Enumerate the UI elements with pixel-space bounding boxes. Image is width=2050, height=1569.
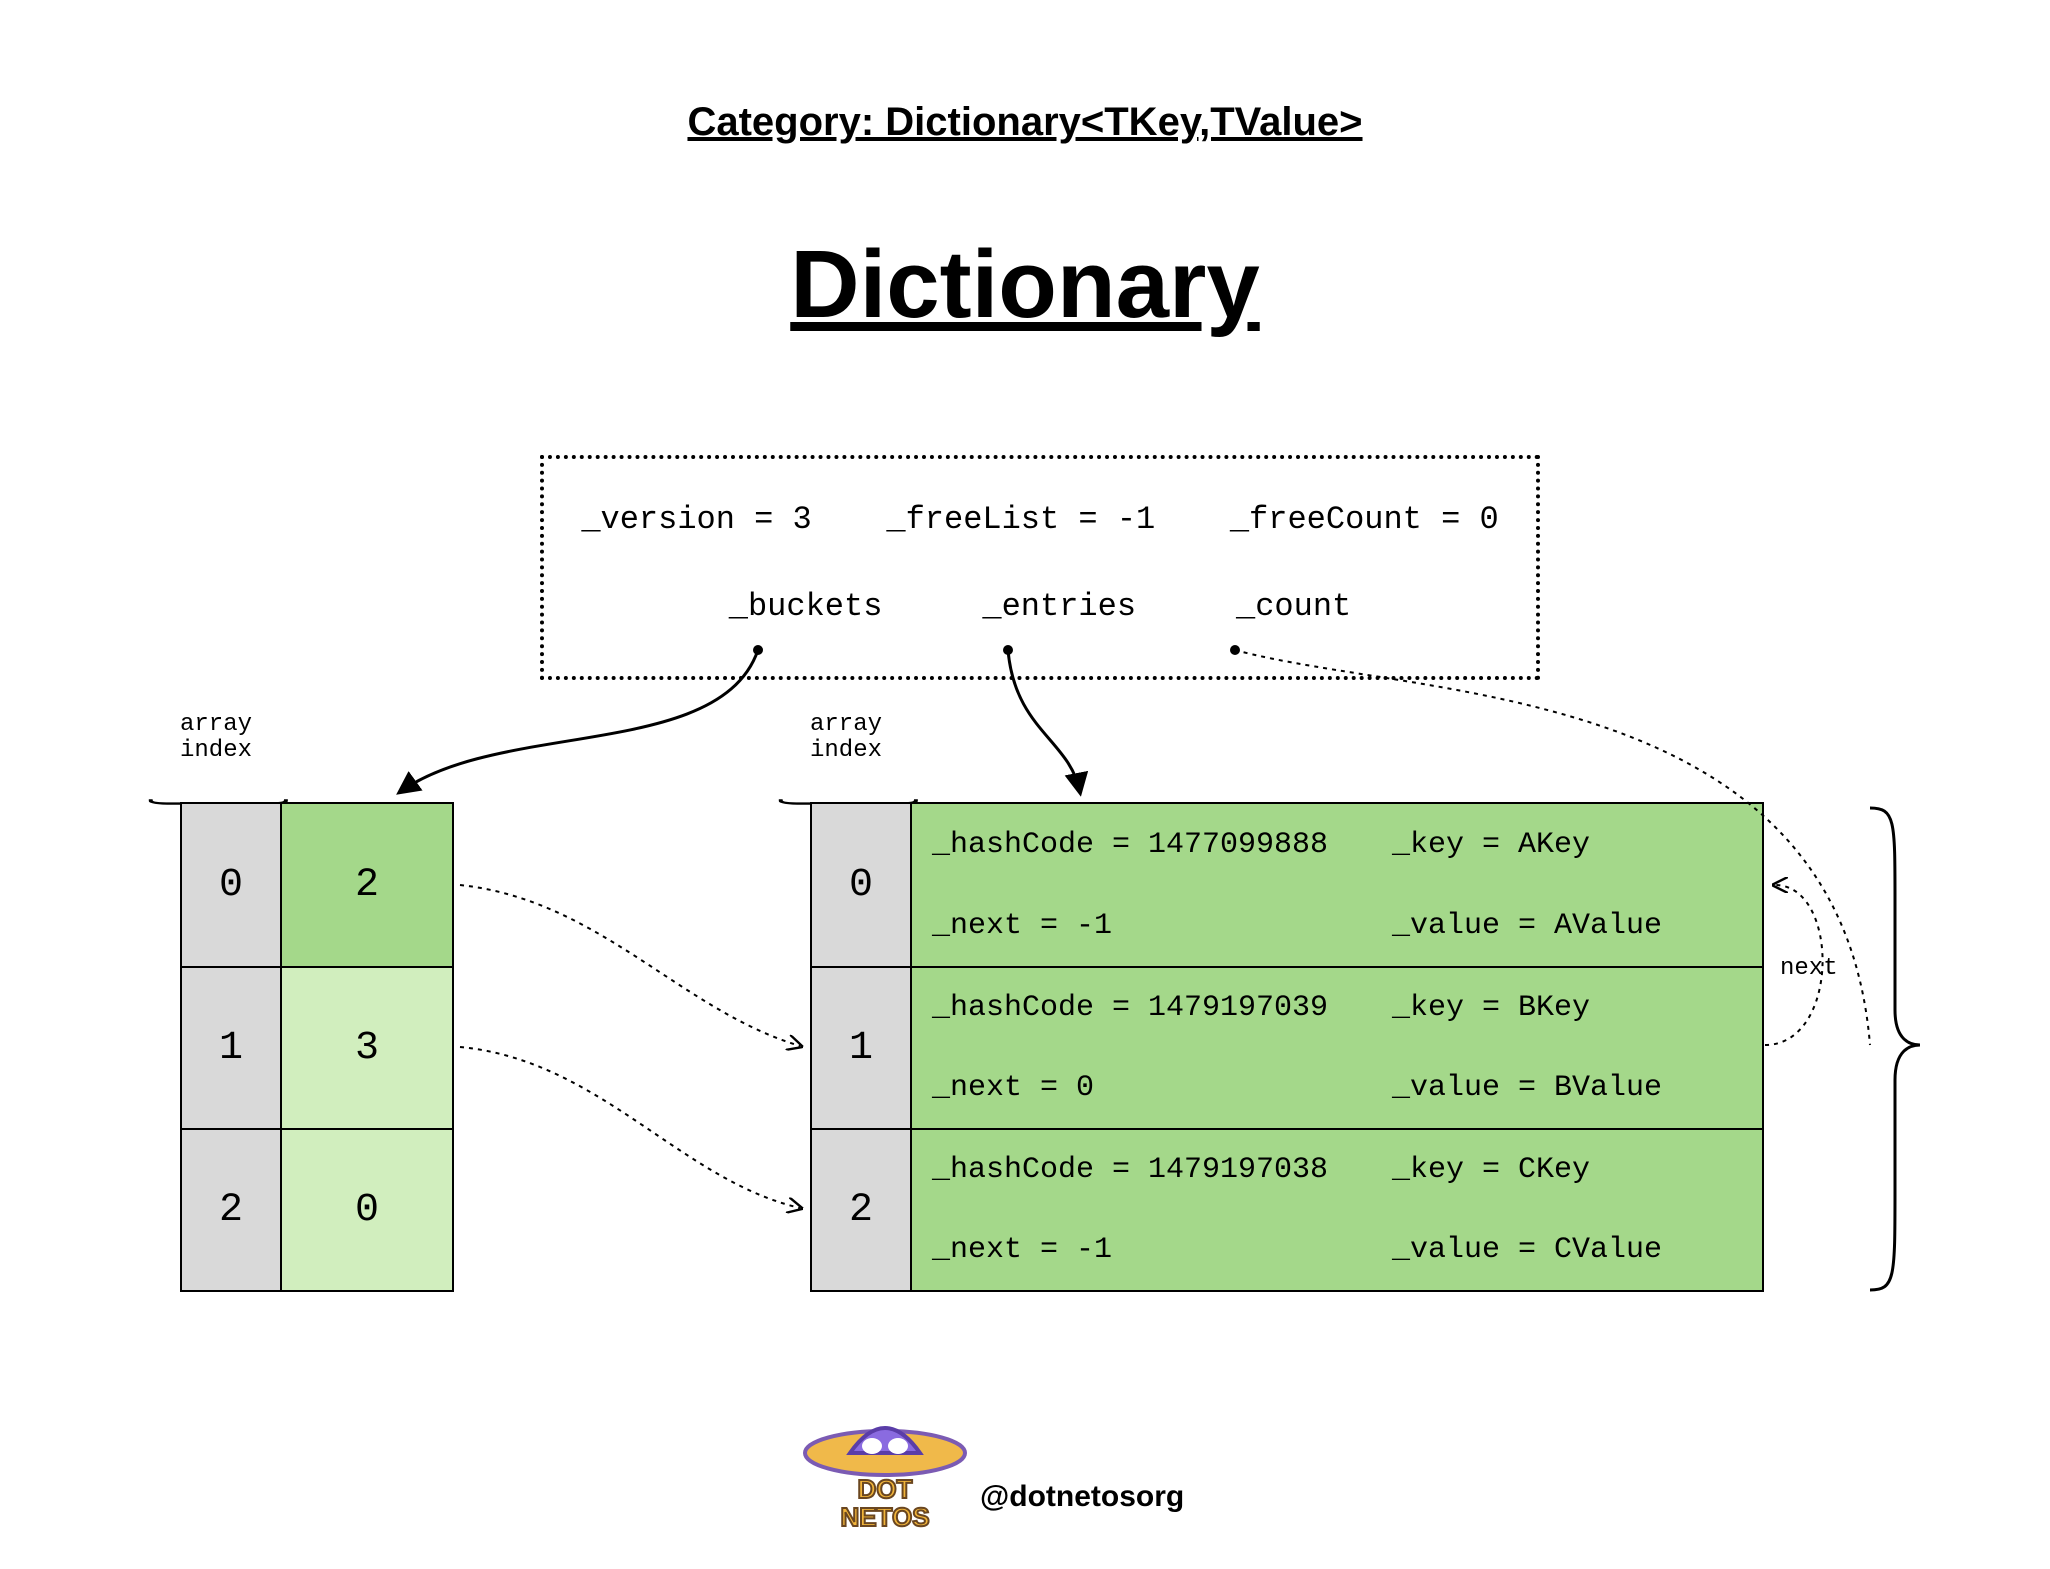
twitter-handle: @dotnetosorg — [980, 1480, 1184, 1514]
entry-value: _value = BValue — [1392, 1071, 1762, 1105]
bucket-row: 0 2 — [182, 804, 452, 966]
bucket-value-cell: 3 — [282, 968, 452, 1128]
freecount-field: _freeCount = 0 — [1230, 501, 1499, 538]
array-index-label-left: arrayindex — [180, 712, 252, 765]
svg-text:NETOS: NETOS — [840, 1502, 929, 1532]
bucket-index-cell: 0 — [182, 804, 282, 966]
entries-array: 0 _hashCode = 1477099888 _key = AKey _ne… — [810, 802, 1764, 1292]
dictionary-state-box: _version = 3 _freeList = -1 _freeCount =… — [540, 455, 1540, 680]
count-field: _count — [1236, 588, 1351, 625]
state-row-1: _version = 3 _freeList = -1 _freeCount =… — [544, 501, 1536, 538]
bucket-value-cell: 2 — [282, 804, 452, 966]
entry-index-cell: 2 — [812, 1130, 912, 1290]
entry-body: _hashCode = 1479197038 _key = CKey _next… — [912, 1130, 1762, 1290]
entry-hashcode: _hashCode = 1477099888 — [932, 828, 1392, 862]
dotnetos-logo: DOT NETOS — [800, 1398, 970, 1538]
bucket-row: 2 0 — [182, 1128, 452, 1290]
state-row-2: _buckets _entries _count — [544, 588, 1536, 625]
entry-next: _next = 0 — [932, 1071, 1392, 1105]
entry-index-cell: 1 — [812, 968, 912, 1128]
buckets-field: _buckets — [729, 588, 883, 625]
entry-body: _hashCode = 1477099888 _key = AKey _next… — [912, 804, 1762, 966]
entry-next: _next = -1 — [932, 1233, 1392, 1267]
bucket-row: 1 3 — [182, 966, 452, 1128]
entries-field: _entries — [982, 588, 1136, 625]
entry-key: _key = BKey — [1392, 991, 1762, 1025]
entry-body: _hashCode = 1479197039 _key = BKey _next… — [912, 968, 1762, 1128]
bucket-index-cell: 1 — [182, 968, 282, 1128]
freelist-field: _freeList = -1 — [886, 501, 1155, 538]
entry-row: 0 _hashCode = 1477099888 _key = AKey _ne… — [812, 804, 1762, 966]
page-title: Dictionary — [0, 230, 2050, 340]
array-index-label-right: arrayindex — [810, 712, 882, 765]
category-heading: Category: Dictionary<TKey,TValue> — [0, 100, 2050, 145]
next-label: next — [1780, 955, 1838, 982]
entry-hashcode: _hashCode = 1479197038 — [932, 1153, 1392, 1187]
entry-value: _value = CValue — [1392, 1233, 1762, 1267]
bucket-value-cell: 0 — [282, 1130, 452, 1290]
buckets-array: 0 2 1 3 2 0 — [180, 802, 454, 1292]
entry-index-cell: 0 — [812, 804, 912, 966]
version-field: _version = 3 — [581, 501, 811, 538]
entry-value: _value = AValue — [1392, 909, 1762, 943]
entry-row: 2 _hashCode = 1479197038 _key = CKey _ne… — [812, 1128, 1762, 1290]
bucket-index-cell: 2 — [182, 1130, 282, 1290]
entry-row: 1 _hashCode = 1479197039 _key = BKey _ne… — [812, 966, 1762, 1128]
diagram-page: Category: Dictionary<TKey,TValue> Dictio… — [0, 0, 2050, 1569]
entry-key: _key = AKey — [1392, 828, 1762, 862]
entry-next: _next = -1 — [932, 909, 1392, 943]
entry-key: _key = CKey — [1392, 1153, 1762, 1187]
svg-text:DOT: DOT — [858, 1474, 913, 1504]
entry-hashcode: _hashCode = 1479197039 — [932, 991, 1392, 1025]
